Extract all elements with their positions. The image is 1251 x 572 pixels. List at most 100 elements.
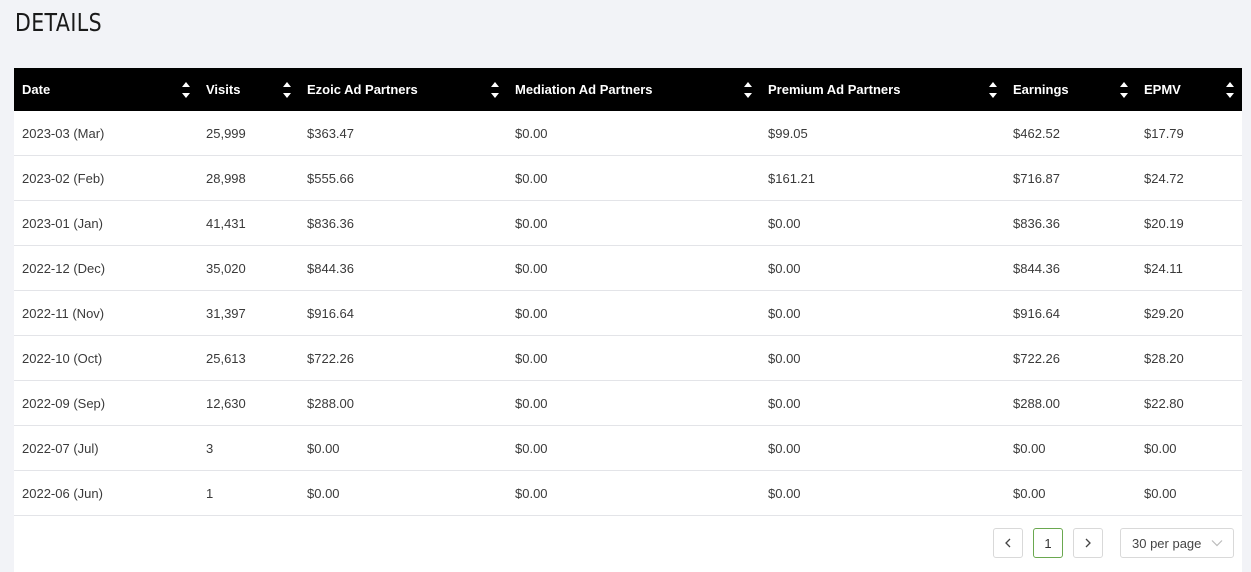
table-header-row: Date Visits Ezoic Ad Partners Mediation Ad … (14, 68, 1242, 111)
epmv-cell: $24.72 (1136, 155, 1242, 201)
date-cell: 2022-06 (Jun) (14, 470, 198, 516)
column-header-date[interactable]: Date (14, 68, 198, 111)
earnings-cell: $722.26 (1005, 335, 1136, 381)
premium-ad-partners-cell: $0.00 (760, 425, 1005, 471)
column-header-visits[interactable]: Visits (198, 68, 299, 111)
mediation-ad-partners-cell: $0.00 (507, 290, 760, 336)
premium-ad-partners-cell: $0.00 (760, 380, 1005, 426)
mediation-ad-partners-cell: $0.00 (507, 155, 760, 201)
date-cell: 2022-09 (Sep) (14, 380, 198, 426)
page: DETAILS Date Visits Ezoic Ad Partners Media… (0, 0, 1251, 572)
mediation-ad-partners-cell: $0.00 (507, 245, 760, 291)
ezoic-ad-partners-cell: $555.66 (299, 155, 507, 201)
epmv-cell: $28.20 (1136, 335, 1242, 381)
column-header-mediation-ad-partners[interactable]: Mediation Ad Partners (507, 68, 760, 111)
visits-cell: 28,998 (198, 155, 299, 201)
epmv-cell: $29.20 (1136, 290, 1242, 336)
pagination: 1 30 per page (993, 528, 1234, 558)
earnings-cell: $716.87 (1005, 155, 1136, 201)
table-row: 2022-06 (Jun) 1 $0.00 $0.00 $0.00 $0.00 $0.00 (14, 470, 1242, 516)
date-cell: 2022-10 (Oct) (14, 335, 198, 381)
page-button-current[interactable]: 1 (1033, 528, 1063, 558)
date-cell: 2022-07 (Jul) (14, 425, 198, 471)
earnings-cell: $916.64 (1005, 290, 1136, 336)
visits-cell: 3 (198, 425, 299, 471)
chevron-left-icon (1005, 538, 1011, 548)
visits-cell: 31,397 (198, 290, 299, 336)
epmv-cell: $0.00 (1136, 425, 1242, 471)
epmv-cell: $20.19 (1136, 200, 1242, 246)
page-title: DETAILS (15, 8, 103, 37)
column-header-earnings[interactable]: Earnings (1005, 68, 1136, 111)
prev-page-button[interactable] (993, 528, 1023, 558)
sort-icon[interactable] (1120, 81, 1128, 99)
ezoic-ad-partners-cell: $916.64 (299, 290, 507, 336)
date-cell: 2022-11 (Nov) (14, 290, 198, 336)
earnings-cell: $462.52 (1005, 111, 1136, 156)
ezoic-ad-partners-cell: $0.00 (299, 470, 507, 516)
column-header-label: Ezoic Ad Partners (307, 82, 418, 98)
visits-cell: 1 (198, 470, 299, 516)
premium-ad-partners-cell: $0.00 (760, 245, 1005, 291)
details-table: Date Visits Ezoic Ad Partners Mediation Ad … (14, 68, 1242, 516)
table-row: 2022-12 (Dec) 35,020 $844.36 $0.00 $0.00 $844… (14, 245, 1242, 291)
date-cell: 2023-03 (Mar) (14, 111, 198, 156)
earnings-cell: $0.00 (1005, 470, 1136, 516)
ezoic-ad-partners-cell: $363.47 (299, 111, 507, 156)
visits-cell: 41,431 (198, 200, 299, 246)
table-row: 2022-10 (Oct) 25,613 $722.26 $0.00 $0.00 $722… (14, 335, 1242, 381)
date-cell: 2023-02 (Feb) (14, 155, 198, 201)
sort-icon[interactable] (744, 81, 752, 99)
date-cell: 2023-01 (Jan) (14, 200, 198, 246)
next-page-button[interactable] (1073, 528, 1103, 558)
sort-icon[interactable] (283, 81, 291, 99)
visits-cell: 25,613 (198, 335, 299, 381)
epmv-cell: $22.80 (1136, 380, 1242, 426)
per-page-select[interactable]: 30 per page (1120, 528, 1234, 558)
epmv-cell: $17.79 (1136, 111, 1242, 156)
earnings-cell: $836.36 (1005, 200, 1136, 246)
mediation-ad-partners-cell: $0.00 (507, 111, 760, 156)
column-header-label: Premium Ad Partners (768, 82, 901, 98)
sort-icon[interactable] (1226, 81, 1234, 99)
table-row: 2022-09 (Sep) 12,630 $288.00 $0.00 $0.00 $288… (14, 380, 1242, 426)
details-panel: Date Visits Ezoic Ad Partners Mediation Ad … (14, 68, 1242, 572)
ezoic-ad-partners-cell: $288.00 (299, 380, 507, 426)
earnings-cell: $0.00 (1005, 425, 1136, 471)
column-header-epmv[interactable]: EPMV (1136, 68, 1242, 111)
epmv-cell: $24.11 (1136, 245, 1242, 291)
ezoic-ad-partners-cell: $722.26 (299, 335, 507, 381)
chevron-down-icon (1211, 540, 1223, 547)
premium-ad-partners-cell: $99.05 (760, 111, 1005, 156)
chevron-right-icon (1085, 538, 1091, 548)
mediation-ad-partners-cell: $0.00 (507, 200, 760, 246)
premium-ad-partners-cell: $0.00 (760, 470, 1005, 516)
column-header-label: EPMV (1144, 82, 1181, 98)
visits-cell: 35,020 (198, 245, 299, 291)
column-header-label: Mediation Ad Partners (515, 82, 653, 98)
ezoic-ad-partners-cell: $836.36 (299, 200, 507, 246)
sort-icon[interactable] (491, 81, 499, 99)
per-page-value: 30 per page (1132, 535, 1202, 551)
mediation-ad-partners-cell: $0.00 (507, 335, 760, 381)
epmv-cell: $0.00 (1136, 470, 1242, 516)
column-header-label: Earnings (1013, 82, 1069, 98)
earnings-cell: $288.00 (1005, 380, 1136, 426)
column-header-label: Date (22, 82, 51, 98)
premium-ad-partners-cell: $0.00 (760, 335, 1005, 381)
column-header-label: Visits (206, 82, 241, 98)
table-row: 2023-01 (Jan) 41,431 $836.36 $0.00 $0.00 $836… (14, 200, 1242, 246)
premium-ad-partners-cell: $0.00 (760, 200, 1005, 246)
sort-icon[interactable] (182, 81, 190, 99)
visits-cell: 12,630 (198, 380, 299, 426)
column-header-ezoic-ad-partners[interactable]: Ezoic Ad Partners (299, 68, 507, 111)
earnings-cell: $844.36 (1005, 245, 1136, 291)
column-header-premium-ad-partners[interactable]: Premium Ad Partners (760, 68, 1005, 111)
table-body: 2023-03 (Mar) 25,999 $363.47 $0.00 $99.05 $46… (14, 111, 1242, 516)
table-row: 2023-03 (Mar) 25,999 $363.47 $0.00 $99.05 $46… (14, 111, 1242, 156)
ezoic-ad-partners-cell: $844.36 (299, 245, 507, 291)
premium-ad-partners-cell: $161.21 (760, 155, 1005, 201)
ezoic-ad-partners-cell: $0.00 (299, 425, 507, 471)
mediation-ad-partners-cell: $0.00 (507, 425, 760, 471)
sort-icon[interactable] (989, 81, 997, 99)
